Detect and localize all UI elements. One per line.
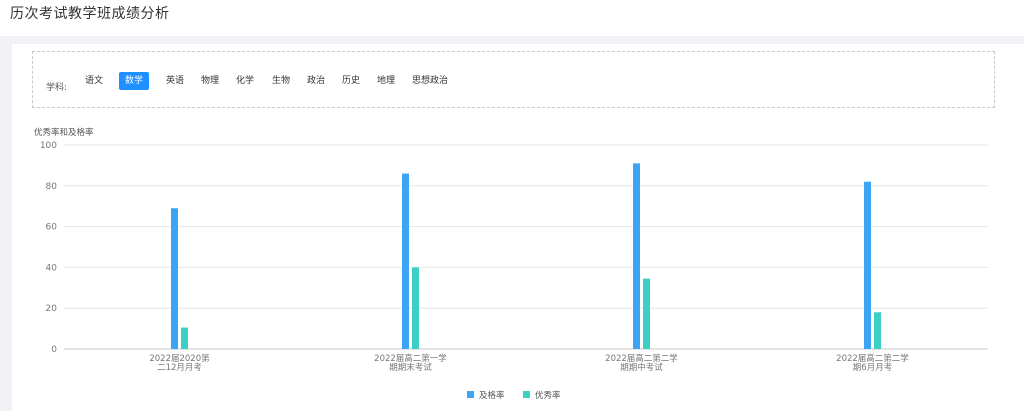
y-tick-label: 100 <box>40 141 57 151</box>
x-tick-label: 期期末考试 <box>389 362 432 373</box>
page-title: 历次考试教学班成绩分析 <box>10 6 170 22</box>
y-axis-title: 优秀率和及格率 <box>34 127 94 138</box>
legend-label-pass-rate: 及格率 <box>479 390 505 401</box>
y-tick-label: 80 <box>46 182 58 192</box>
bar-pass-rate <box>402 173 409 349</box>
x-tick-label: 二12月月考 <box>157 363 202 373</box>
legend-label-excellent-rate: 优秀率 <box>535 390 561 401</box>
legend-swatch-pass-rate <box>467 391 474 398</box>
y-tick-label: 20 <box>46 304 58 314</box>
bar-pass-rate <box>171 208 178 349</box>
x-tick-label: 期期中考试 <box>620 362 663 373</box>
bar-excellent-rate <box>643 278 650 349</box>
bar-excellent-rate <box>181 327 188 349</box>
x-tick-label: 期6月月考 <box>853 363 892 373</box>
main-panel: 学科: 语文 数学 英语 物理 化学 生物 政治 历史 地理 思想政治 优秀率和… <box>12 44 1024 411</box>
y-tick-label: 0 <box>51 345 57 355</box>
top-header: 历次考试教学班成绩分析 <box>0 0 1024 36</box>
y-tick-label: 40 <box>46 263 58 273</box>
bar-pass-rate <box>864 181 871 349</box>
bar-excellent-rate <box>874 312 881 349</box>
bar-excellent-rate <box>412 267 419 349</box>
legend-swatch-excellent-rate <box>523 391 530 398</box>
bar-pass-rate <box>633 163 640 349</box>
score-bar-chart: 优秀率和及格率0204060801002022届2020第二12月月考2022届… <box>34 127 988 401</box>
y-tick-label: 60 <box>46 223 58 233</box>
